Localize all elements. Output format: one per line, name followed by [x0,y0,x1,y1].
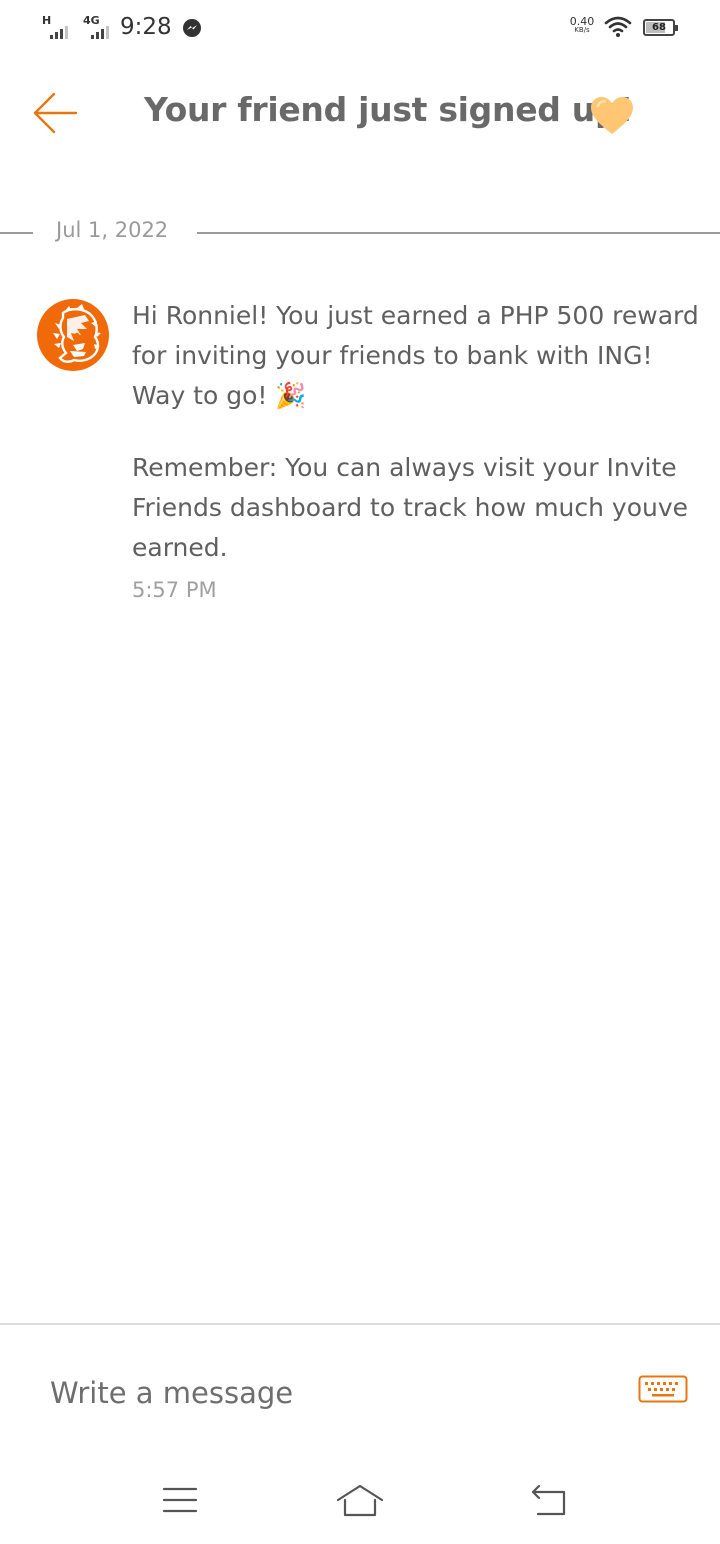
battery-percent: 68 [652,22,666,33]
menu-icon[interactable] [161,1484,199,1520]
message-date: Jul 1, 2022 [56,218,169,242]
message-text: Remember: You can always visit your Invi… [132,453,689,562]
status-bar: H 4G 9:28 0.40 KB/s 68 [0,0,720,56]
ing-lion-logo-icon [53,304,101,363]
signal-bars-icon [91,26,109,39]
status-time: 9:28 [120,14,172,40]
keyboard-icon[interactable] [638,1375,688,1407]
divider-line [197,232,720,234]
date-divider: Jul 1, 2022 [0,212,720,252]
arrow-left-icon [33,92,78,134]
ing-lion-avatar [37,299,109,371]
back-button[interactable] [30,88,82,138]
messenger-notification-icon [183,19,201,37]
composer-divider [0,1323,720,1325]
message-input[interactable] [50,1368,610,1418]
wifi-icon [604,16,632,42]
message-timestamp: 5:57 PM [132,578,217,602]
back-icon[interactable] [530,1484,570,1522]
message-text: Hi Ronniel! You just earned a PHP 500 re… [132,301,699,410]
home-icon[interactable] [335,1483,385,1523]
page-title: Your friend just signed up! [144,90,634,129]
divider-line [0,232,33,234]
heart-icon [590,96,634,140]
battery-icon: 68 [643,19,678,36]
message-bubble: Hi Ronniel! You just earned a PHP 500 re… [132,296,702,568]
network-speed-unit: KB/s [574,26,590,34]
network-speed: 0.40 KB/s [566,16,598,34]
signal-bars-icon [50,26,68,39]
